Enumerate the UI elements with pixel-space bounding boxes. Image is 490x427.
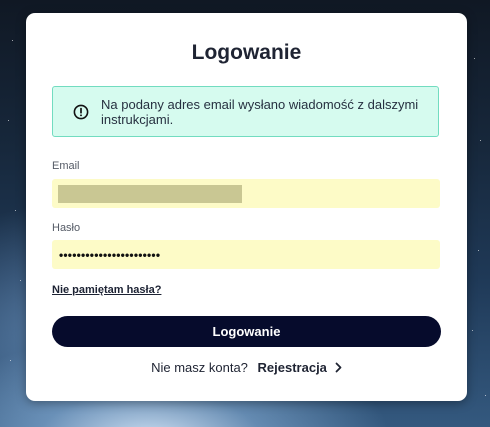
- forgot-password-link[interactable]: Nie pamiętam hasła?: [52, 284, 161, 296]
- password-label: Hasło: [52, 222, 81, 234]
- info-circle-icon: [73, 104, 89, 120]
- login-button[interactable]: Logowanie: [52, 316, 441, 347]
- email-label: Email: [52, 160, 80, 172]
- register-prompt: Nie masz konta?: [151, 360, 248, 375]
- register-link[interactable]: Rejestracja: [258, 360, 342, 375]
- alert-message: Na podany adres email wysłano wiadomość …: [101, 97, 419, 127]
- login-card: Logowanie Na podany adres email wysłano …: [26, 13, 467, 401]
- page-title: Logowanie: [191, 41, 302, 64]
- email-value-redacted: [58, 185, 242, 203]
- register-link-label: Rejestracja: [257, 360, 327, 375]
- password-mask: •••••••••••••••••••••••: [59, 248, 161, 262]
- chevron-right-icon: [335, 362, 342, 373]
- info-alert: Na podany adres email wysłano wiadomość …: [52, 86, 439, 137]
- register-row: Nie masz konta? Rejestracja: [26, 360, 467, 375]
